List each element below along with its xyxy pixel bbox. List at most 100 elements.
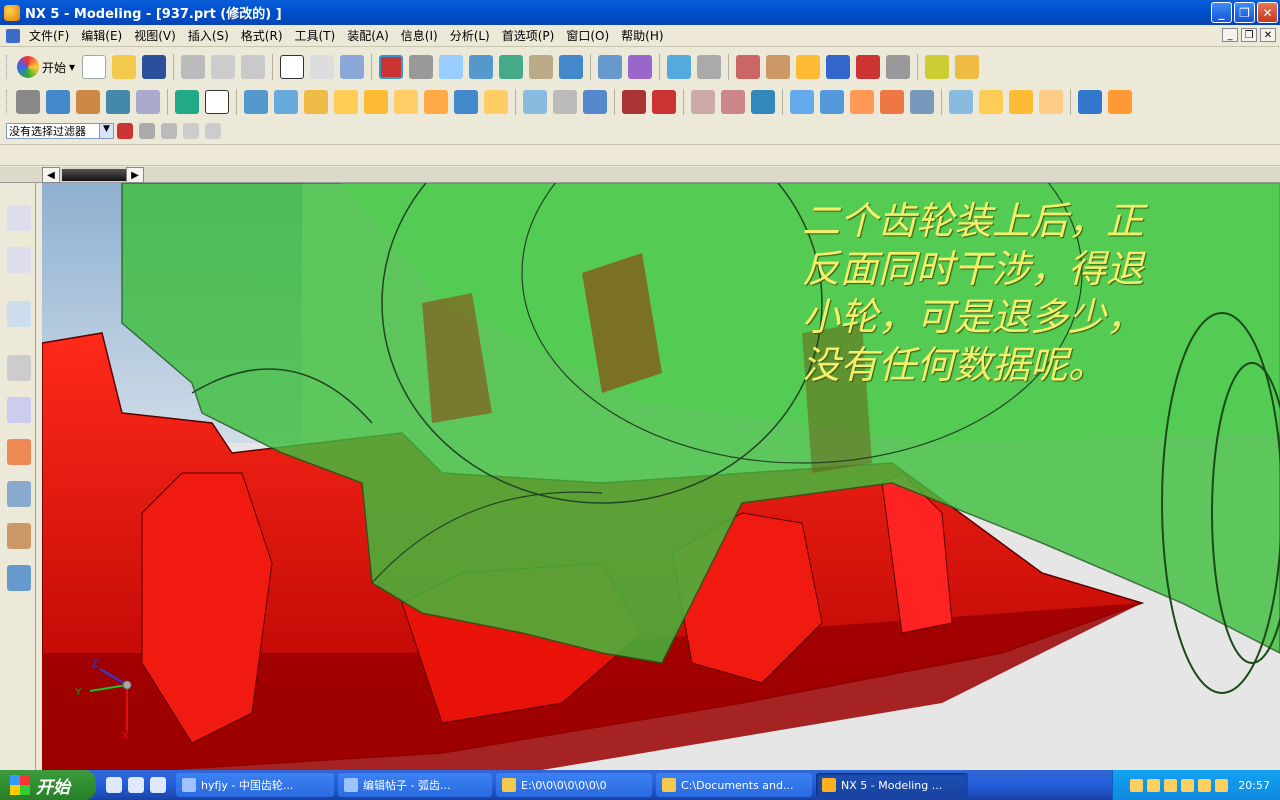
mdi-restore-button[interactable]: ❐ <box>1241 28 1257 42</box>
quick-launch-icon[interactable] <box>128 777 144 793</box>
taskbar-item[interactable]: NX 5 - Modeling ... <box>816 773 968 797</box>
arc-icon[interactable] <box>652 90 676 114</box>
hole-icon[interactable] <box>364 90 388 114</box>
tray-icon[interactable] <box>1181 778 1195 792</box>
wcs-rotate-icon[interactable] <box>796 55 821 79</box>
reuse-library-icon[interactable] <box>7 397 31 423</box>
edit-feature-icon[interactable] <box>949 90 973 114</box>
menu-help[interactable]: 帮助(H) <box>615 27 669 44</box>
toolbar-grip[interactable] <box>6 90 9 114</box>
move-feature-icon[interactable] <box>1009 90 1033 114</box>
rectangle-icon[interactable] <box>205 90 229 114</box>
wcs-icon[interactable] <box>736 55 761 79</box>
layer-visible-icon[interactable] <box>628 55 653 79</box>
minimize-button[interactable]: _ <box>1211 2 1232 23</box>
sketch-icon[interactable] <box>16 90 40 114</box>
taskbar-item[interactable]: hyfjy - 中国齿轮... <box>176 773 334 797</box>
extend-icon[interactable] <box>910 90 934 114</box>
scroll-right-button[interactable]: ▶ <box>126 167 144 183</box>
process-studio-icon[interactable] <box>7 481 31 507</box>
mdi-minimize-button[interactable]: _ <box>1222 28 1238 42</box>
zoom-area-icon[interactable] <box>439 55 464 79</box>
chevron-down-icon[interactable]: ▼ <box>99 124 113 138</box>
taskbar-item[interactable]: 编辑帖子 - 弧齿... <box>338 773 492 797</box>
trim-icon[interactable] <box>850 90 874 114</box>
menu-edit[interactable]: 编辑(E) <box>75 27 128 44</box>
quick-launch-icon[interactable] <box>106 777 122 793</box>
perspective-icon[interactable] <box>559 55 584 79</box>
shaded-view-icon[interactable] <box>667 55 692 79</box>
pan-icon[interactable] <box>529 55 554 79</box>
undo-icon[interactable] <box>280 55 305 79</box>
cone-icon[interactable] <box>304 90 328 114</box>
pocket-icon[interactable] <box>424 90 448 114</box>
groove-icon[interactable] <box>523 90 547 114</box>
menu-preferences[interactable]: 首选项(P) <box>496 27 561 44</box>
tray-icon[interactable] <box>1147 778 1161 792</box>
menu-tools[interactable]: 工具(T) <box>289 27 342 44</box>
surface-icon[interactable] <box>790 90 814 114</box>
tray-icon[interactable] <box>1198 778 1212 792</box>
measure-angle-icon[interactable] <box>955 55 980 79</box>
rotate-icon[interactable] <box>499 55 524 79</box>
menu-info[interactable]: 信息(I) <box>395 27 444 44</box>
select-all-icon[interactable] <box>183 123 199 139</box>
zoom-icon[interactable] <box>469 55 494 79</box>
save-icon[interactable] <box>142 55 167 79</box>
zoom-window-icon[interactable] <box>409 55 434 79</box>
layer-settings-icon[interactable] <box>598 55 623 79</box>
taskbar-item[interactable]: E:\0\0\0\0\0\0\0 <box>496 773 652 797</box>
menu-insert[interactable]: 插入(S) <box>182 27 235 44</box>
close-button[interactable]: ✕ <box>1257 2 1278 23</box>
fillet-icon[interactable] <box>691 90 715 114</box>
part-navigator-icon[interactable] <box>7 247 31 273</box>
tray-icon[interactable] <box>1164 778 1178 792</box>
assembly-navigator-icon[interactable] <box>7 205 31 231</box>
roles-icon[interactable] <box>7 523 31 549</box>
document-icon[interactable] <box>6 28 20 43</box>
tray-icon[interactable] <box>1130 778 1144 792</box>
thread-icon[interactable] <box>553 90 577 114</box>
open-folder-icon[interactable] <box>112 55 137 79</box>
system-scenes-icon[interactable] <box>7 565 31 591</box>
slot-icon[interactable] <box>484 90 508 114</box>
fit-view-icon[interactable] <box>379 55 404 79</box>
component-icon[interactable] <box>1108 90 1132 114</box>
menu-assembly[interactable]: 装配(A) <box>341 27 395 44</box>
tray-icon[interactable] <box>1215 778 1229 792</box>
taskbar-item[interactable]: C:\Documents and... <box>656 773 812 797</box>
line-icon[interactable] <box>622 90 646 114</box>
copy-icon[interactable] <box>211 55 236 79</box>
cut-icon[interactable] <box>181 55 206 79</box>
orient-view-icon[interactable] <box>697 55 722 79</box>
start-button[interactable]: 开始 ▾ <box>13 54 79 80</box>
selection-scope-icon[interactable] <box>161 123 177 139</box>
mdi-close-button[interactable]: ✕ <box>1260 28 1276 42</box>
graphics-window[interactable]: X Y Z 二个齿轮装上后，正 反面同时干涉，得退 小轮，可是退多少， 没有任何… <box>42 183 1280 770</box>
unite-icon[interactable] <box>583 90 607 114</box>
sew-icon[interactable] <box>880 90 904 114</box>
menu-file[interactable]: 文件(F) <box>23 27 75 44</box>
clock[interactable]: 20:57 <box>1238 779 1270 792</box>
edit-parameters-icon[interactable] <box>979 90 1003 114</box>
datum-icon[interactable] <box>136 90 160 114</box>
menu-view[interactable]: 视图(V) <box>128 27 182 44</box>
mesh-surface-icon[interactable] <box>820 90 844 114</box>
menu-format[interactable]: 格式(R) <box>235 27 289 44</box>
boss-icon[interactable] <box>394 90 418 114</box>
measure-distance-icon[interactable] <box>925 55 950 79</box>
selection-icon[interactable] <box>340 55 365 79</box>
history-icon[interactable] <box>7 355 31 381</box>
spline-icon[interactable] <box>721 90 745 114</box>
restore-button[interactable]: ❐ <box>1234 2 1255 23</box>
pad-icon[interactable] <box>454 90 478 114</box>
undo-selection-icon[interactable] <box>139 123 155 139</box>
wcs-display-icon[interactable] <box>856 55 881 79</box>
wcs-origin-icon[interactable] <box>766 55 791 79</box>
reorder-icon[interactable] <box>1039 90 1063 114</box>
block-icon[interactable] <box>244 90 268 114</box>
web-browser-icon[interactable] <box>7 301 31 327</box>
cylinder-icon[interactable] <box>274 90 298 114</box>
wcs-orient-icon[interactable] <box>826 55 851 79</box>
paste-icon[interactable] <box>241 55 266 79</box>
